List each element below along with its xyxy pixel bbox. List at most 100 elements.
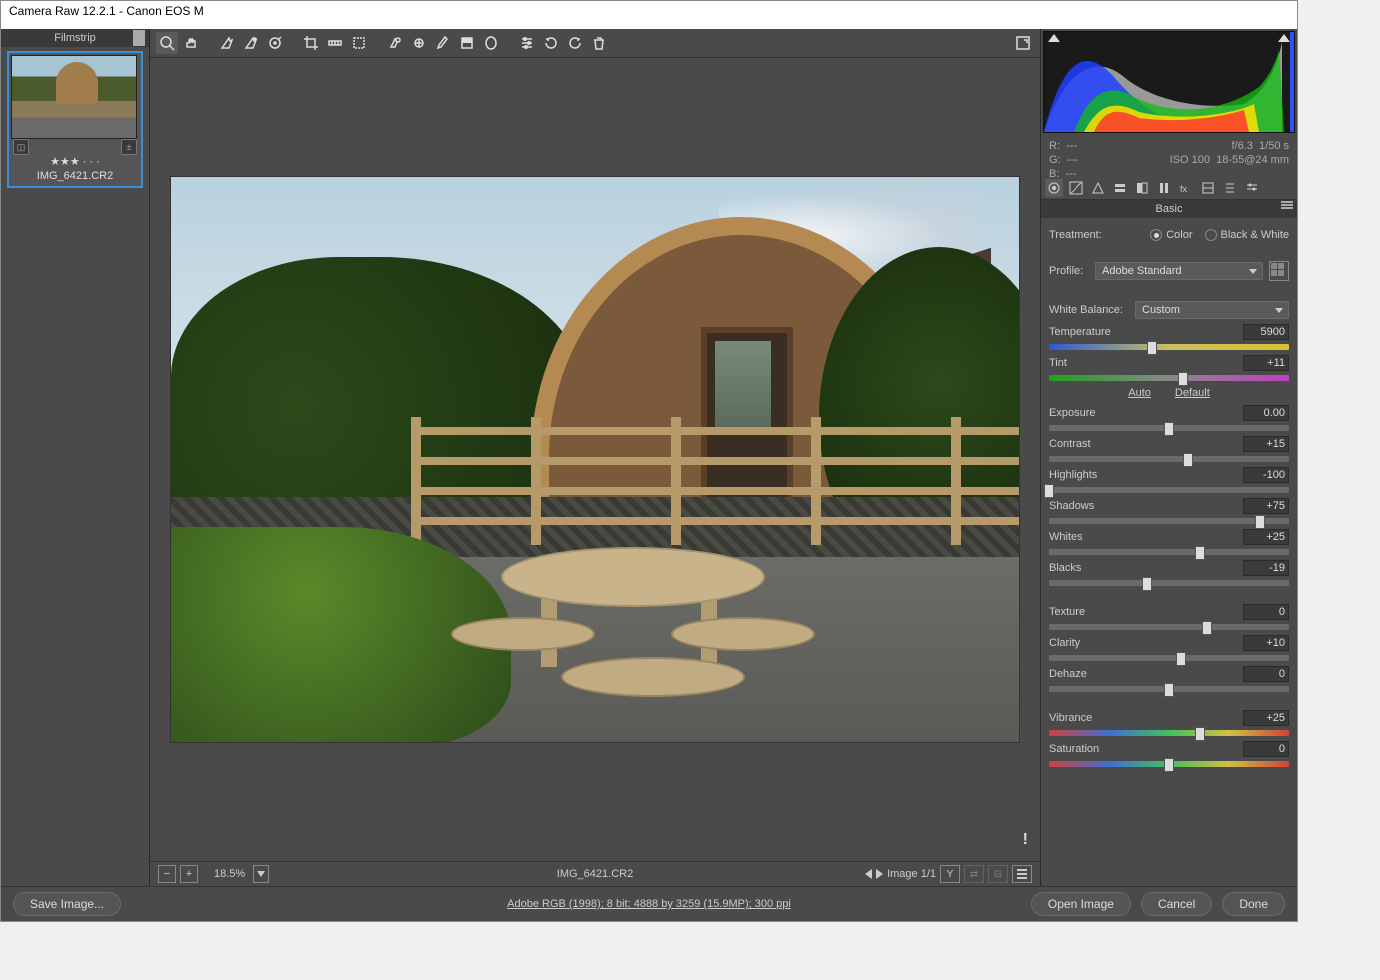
hand-tool-icon[interactable]: [180, 32, 202, 54]
color-radio[interactable]: [1150, 229, 1162, 241]
radial-filter-tool-icon[interactable]: [480, 32, 502, 54]
graduated-filter-tool-icon[interactable]: [456, 32, 478, 54]
prev-image-button[interactable]: [865, 869, 872, 879]
default-button[interactable]: Default: [1175, 387, 1210, 399]
temperature-slider-thumb[interactable]: [1147, 341, 1157, 355]
done-button[interactable]: Done: [1222, 892, 1285, 916]
whites-slider-thumb[interactable]: [1195, 546, 1205, 560]
highlights-slider[interactable]: [1049, 487, 1289, 493]
vibrance-slider-row: Vibrance +25: [1049, 710, 1289, 736]
preview-status-bar: − + 18.5% IMG_6421.CR2 Image 1/1 Y ⇄ ⊟: [150, 861, 1040, 886]
profile-browser-icon[interactable]: [1269, 261, 1289, 281]
shadows-slider-row: Shadows +75: [1049, 498, 1289, 524]
histogram[interactable]: [1043, 31, 1295, 133]
title-bar: Camera Raw 12.2.1 - Canon EOS M: [1, 1, 1297, 29]
saturation-slider[interactable]: [1049, 761, 1289, 767]
cancel-button[interactable]: Cancel: [1141, 892, 1212, 916]
white-balance-tool-icon[interactable]: [216, 32, 238, 54]
thumbnail-rating[interactable]: ★★★ · · ·: [11, 155, 139, 168]
transform-tool-icon[interactable]: [348, 32, 370, 54]
texture-slider-thumb[interactable]: [1202, 621, 1212, 635]
whites-value[interactable]: +25: [1243, 529, 1289, 545]
workflow-options-link[interactable]: Adobe RGB (1998); 8 bit; 4888 by 3259 (1…: [507, 898, 791, 910]
dehaze-slider-thumb[interactable]: [1164, 683, 1174, 697]
vibrance-slider[interactable]: [1049, 730, 1289, 736]
temperature-label: Temperature: [1049, 326, 1111, 338]
before-after-button[interactable]: Y: [940, 865, 960, 883]
color-radio-label[interactable]: Color: [1166, 229, 1192, 241]
exposure-slider-thumb[interactable]: [1164, 422, 1174, 436]
filmstrip-thumbnail[interactable]: ◫ ± ★★★ · · · IMG_6421.CR2: [7, 51, 143, 188]
crop-tool-icon[interactable]: [300, 32, 322, 54]
vibrance-value[interactable]: +25: [1243, 710, 1289, 726]
swap-button[interactable]: ⇄: [964, 865, 984, 883]
crop-badge-icon: ◫: [13, 139, 29, 155]
adjustment-brush-tool-icon[interactable]: [432, 32, 454, 54]
warning-icon[interactable]: !: [1023, 831, 1028, 849]
zoom-out-button[interactable]: −: [158, 865, 176, 883]
dehaze-slider[interactable]: [1049, 686, 1289, 692]
blacks-slider[interactable]: [1049, 580, 1289, 586]
delete-icon[interactable]: [588, 32, 610, 54]
bw-radio[interactable]: [1205, 229, 1217, 241]
target-adjust-tool-icon[interactable]: [264, 32, 286, 54]
shadows-value[interactable]: +75: [1243, 498, 1289, 514]
basic-menu-icon[interactable]: [1281, 204, 1293, 206]
top-area: Filmstrip ◫ ± ★★★ · · · IMG_6421.CR2: [1, 29, 1297, 886]
vibrance-slider-thumb[interactable]: [1195, 727, 1205, 741]
shadows-slider-thumb[interactable]: [1255, 515, 1265, 529]
saturation-slider-thumb[interactable]: [1164, 758, 1174, 772]
clarity-slider-thumb[interactable]: [1176, 652, 1186, 666]
auto-button[interactable]: Auto: [1128, 387, 1151, 399]
toggle-fullscreen-icon[interactable]: [1012, 32, 1034, 54]
profile-dropdown[interactable]: Adobe Standard: [1095, 262, 1263, 280]
blacks-slider-thumb[interactable]: [1142, 577, 1152, 591]
texture-label: Texture: [1049, 606, 1085, 618]
highlights-value[interactable]: -100: [1243, 467, 1289, 483]
auto-default-row: Auto Default: [1049, 387, 1289, 399]
next-image-button[interactable]: [876, 869, 883, 879]
thumbnail-filename: IMG_6421.CR2: [11, 168, 139, 184]
contrast-value[interactable]: +15: [1243, 436, 1289, 452]
copy-button[interactable]: ⊟: [988, 865, 1008, 883]
contrast-slider-thumb[interactable]: [1183, 453, 1193, 467]
blacks-value[interactable]: -19: [1243, 560, 1289, 576]
rotate-ccw-icon[interactable]: [540, 32, 562, 54]
preferences-tool-icon[interactable]: [516, 32, 538, 54]
texture-slider[interactable]: [1049, 624, 1289, 630]
red-eye-tool-icon[interactable]: [408, 32, 430, 54]
temperature-value[interactable]: 5900: [1243, 324, 1289, 340]
color-sampler-tool-icon[interactable]: [240, 32, 262, 54]
clarity-label: Clarity: [1049, 637, 1080, 649]
temperature-slider[interactable]: [1049, 344, 1289, 350]
tint-value[interactable]: +11: [1243, 355, 1289, 371]
straighten-tool-icon[interactable]: [324, 32, 346, 54]
save-image-button[interactable]: Save Image...: [13, 892, 121, 916]
texture-value[interactable]: 0: [1243, 604, 1289, 620]
preview-area[interactable]: !: [150, 58, 1040, 861]
dehaze-value[interactable]: 0: [1243, 666, 1289, 682]
tint-slider-thumb[interactable]: [1178, 372, 1188, 386]
exposure-slider[interactable]: [1049, 425, 1289, 431]
saturation-value[interactable]: 0: [1243, 741, 1289, 757]
contrast-slider[interactable]: [1049, 456, 1289, 462]
bw-radio-label[interactable]: Black & White: [1221, 229, 1289, 241]
wb-row: White Balance: Custom: [1049, 301, 1289, 319]
spot-removal-tool-icon[interactable]: [384, 32, 406, 54]
rotate-cw-icon[interactable]: [564, 32, 586, 54]
clarity-value[interactable]: +10: [1243, 635, 1289, 651]
filmstrip-title: Filmstrip: [54, 32, 96, 44]
open-image-button[interactable]: Open Image: [1031, 892, 1131, 916]
clarity-slider[interactable]: [1049, 655, 1289, 661]
wb-dropdown[interactable]: Custom: [1135, 301, 1289, 319]
filmstrip-menu-icon[interactable]: [133, 33, 145, 43]
shadows-slider[interactable]: [1049, 518, 1289, 524]
highlights-slider-thumb[interactable]: [1044, 484, 1054, 498]
view-settings-icon[interactable]: [1012, 865, 1032, 883]
zoom-tool-icon[interactable]: [156, 32, 178, 54]
zoom-in-button[interactable]: +: [180, 865, 198, 883]
exposure-value[interactable]: 0.00: [1243, 405, 1289, 421]
tint-slider[interactable]: [1049, 375, 1289, 381]
zoom-dropdown[interactable]: [253, 865, 269, 883]
whites-slider[interactable]: [1049, 549, 1289, 555]
